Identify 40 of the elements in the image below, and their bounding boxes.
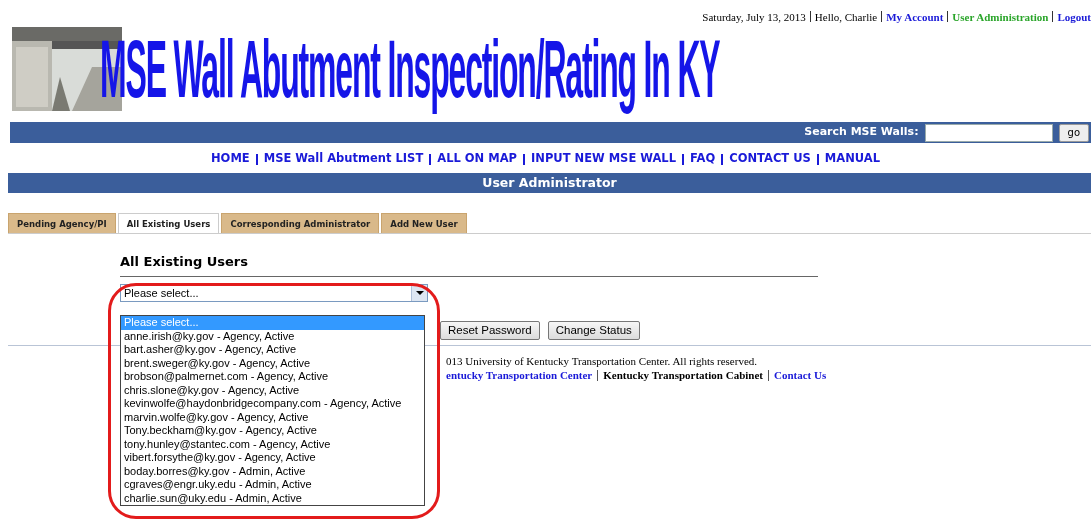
action-button[interactable]: Change Status <box>547 320 640 340</box>
panel-heading: All Existing Users <box>120 254 818 277</box>
header-link[interactable]: My Account <box>886 9 944 26</box>
dropdown-arrow-icon <box>415 290 424 295</box>
go-button[interactable]: go <box>1058 123 1089 142</box>
dropdown-option[interactable]: cgraves@engr.uky.edu - Admin, Active <box>121 478 424 492</box>
dropdown-option[interactable]: bart.asher@ky.gov - Agency, Active <box>121 343 424 357</box>
nav-link[interactable]: FAQ <box>690 150 716 168</box>
dropdown-option[interactable]: marvin.wolfe@ky.gov - Agency, Active <box>121 410 424 424</box>
header-link[interactable]: Logout <box>1057 9 1091 26</box>
dropdown-option[interactable]: brent.sweger@ky.gov - Agency, Active <box>121 356 424 370</box>
search-label: Search MSE Walls: <box>804 124 919 141</box>
dropdown-option[interactable]: charlie.sun@uky.edu - Admin, Active <box>121 491 424 505</box>
footer-link[interactable]: Contact Us <box>774 368 827 382</box>
nav-link[interactable]: MANUAL <box>824 150 880 168</box>
tab[interactable]: Add New User <box>381 213 467 233</box>
search-field[interactable] <box>924 123 1053 142</box>
tab[interactable]: All Existing Users <box>117 213 220 233</box>
dropdown-option[interactable]: anne.irish@ky.gov - Agency, Active <box>121 329 424 343</box>
section-title-bar: User Administrator <box>8 173 1091 193</box>
nav-link[interactable]: INPUT NEW MSE WALL <box>531 150 676 168</box>
dropdown-option[interactable]: tony.hunley@stantec.com - Agency, Active <box>121 437 424 451</box>
dropdown-option[interactable]: kevinwolfe@haydonbridgecompany.com - Agency, Active <box>121 397 424 411</box>
footer-link[interactable]: entucky Transportation Center <box>446 368 593 382</box>
dropdown-option[interactable]: chris.slone@ky.gov - Agency, Active <box>121 383 424 397</box>
greeting-text: Hello, Charlie <box>814 10 878 25</box>
footer-text: Kentucky Transportation Cabinet <box>603 368 763 382</box>
copyright-text: 013 University of Kentucky Transportation Center. All rights reserved. <box>446 354 758 368</box>
tab[interactable]: Corresponding Administrator <box>221 213 380 233</box>
nav-link[interactable]: MSE Wall Abutment LIST <box>263 150 424 168</box>
action-button[interactable]: Reset Password <box>440 320 540 340</box>
dropdown-option[interactable]: boday.borres@ky.gov - Admin, Active <box>121 464 424 478</box>
dropdown-option[interactable]: brobson@palmernet.com - Agency, Active <box>121 370 424 384</box>
tab[interactable]: Pending Agency/PI <box>8 213 116 233</box>
nav-link[interactable]: HOME <box>211 150 250 168</box>
dropdown-option[interactable]: Tony.beckham@ky.gov - Agency, Active <box>121 424 424 438</box>
nav-link[interactable]: ALL ON MAP <box>437 150 517 168</box>
date-text: Saturday, July 13, 2013 <box>702 10 806 25</box>
dropdown-option[interactable]: vibert.forsythe@ky.gov - Agency, Active <box>121 451 424 465</box>
nav-link[interactable]: CONTACT US <box>729 150 811 168</box>
